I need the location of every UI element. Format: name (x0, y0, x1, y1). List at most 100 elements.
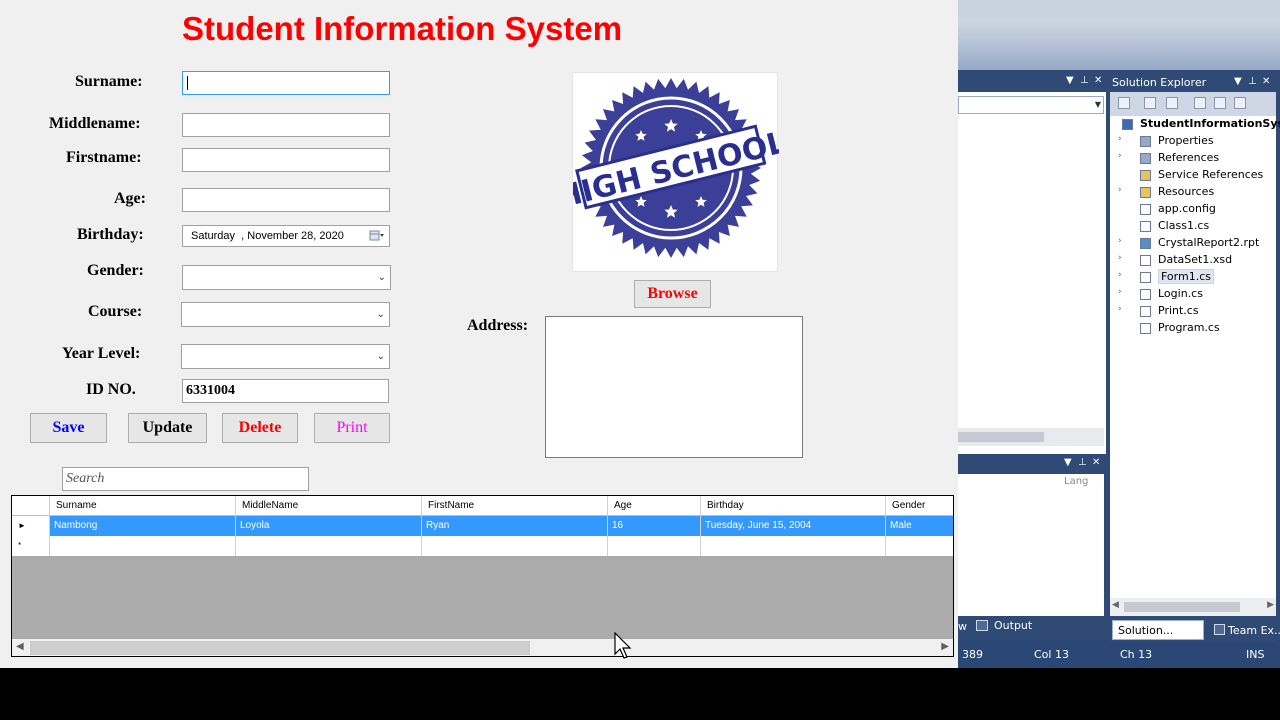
table-row[interactable]: ► Nambong Loyola Ryan 16 Tuesday, June 15, 20… (12, 516, 953, 536)
new-row[interactable]: * (12, 536, 953, 556)
table-cell[interactable]: Male (886, 516, 953, 536)
view-designer-icon[interactable] (1214, 97, 1226, 109)
expand-icon[interactable]: › (1118, 185, 1122, 195)
gender-combobox[interactable]: ⌄ (182, 265, 391, 290)
refresh-icon[interactable] (1166, 97, 1178, 109)
tab-team-explorer[interactable]: Team Ex... (1228, 624, 1280, 637)
properties-hscroll[interactable] (958, 428, 1104, 446)
update-button[interactable]: Update (128, 413, 207, 443)
show-all-files-icon[interactable] (1144, 97, 1156, 109)
expand-icon[interactable]: › (1118, 236, 1122, 246)
course-combobox[interactable]: ⌄ (181, 302, 390, 327)
tree-item[interactable]: Program.cs (1110, 320, 1276, 337)
table-cell[interactable] (608, 536, 701, 556)
table-cell[interactable]: Loyola (236, 516, 422, 536)
references-icon (1140, 153, 1151, 164)
firstname-input[interactable] (182, 148, 390, 172)
grid-corner[interactable] (12, 496, 50, 515)
scroll-thumb[interactable] (958, 432, 1044, 442)
tab-output[interactable]: Output (994, 619, 1032, 632)
form-icon (1140, 306, 1151, 317)
tree-item[interactable]: › Login.cs (1110, 286, 1276, 303)
expand-icon[interactable]: › (1118, 151, 1122, 161)
students-datagrid[interactable]: Surname MiddleName FirstName Age Birthday Gen… (11, 495, 954, 657)
table-cell[interactable]: Nambong (50, 516, 236, 536)
solution-hscroll[interactable]: ◀ ▶ (1110, 598, 1276, 616)
tree-item[interactable]: Service References (1110, 167, 1276, 184)
surname-input[interactable] (182, 71, 390, 95)
row-selector-icon[interactable]: ► (12, 516, 50, 536)
properties-tool-icon[interactable] (1118, 97, 1130, 109)
table-cell[interactable]: Tuesday, June 15, 2004 (701, 516, 886, 536)
high-school-stamp-icon: HIGH SCHOOL (553, 78, 790, 258)
tree-item[interactable]: › Form1.cs (1110, 269, 1276, 286)
delete-button[interactable]: Delete (222, 413, 298, 443)
browse-button[interactable]: Browse (634, 280, 711, 308)
middlename-input[interactable] (182, 113, 390, 137)
table-cell[interactable] (422, 536, 608, 556)
address-textarea[interactable] (545, 316, 803, 458)
scroll-right-icon[interactable]: ▶ (941, 641, 949, 652)
table-cell[interactable] (886, 536, 953, 556)
close-icon[interactable]: ✕ (1092, 457, 1100, 468)
search-input[interactable]: Search (62, 467, 309, 491)
scroll-thumb[interactable] (30, 641, 530, 655)
expand-icon[interactable]: › (1118, 253, 1122, 263)
new-row-marker[interactable]: * (12, 536, 50, 556)
tree-item[interactable]: app.config (1110, 201, 1276, 218)
tree-item[interactable]: › DataSet1.xsd (1110, 252, 1276, 269)
tab-solution[interactable]: Solution... (1118, 624, 1173, 637)
column-header[interactable]: Birthday (701, 496, 886, 515)
column-header[interactable]: Age (608, 496, 701, 515)
column-header[interactable]: Gender (886, 496, 953, 515)
chevron-down-icon: ⌄ (376, 351, 385, 362)
save-button[interactable]: Save (30, 413, 107, 443)
tree-item[interactable]: › References (1110, 150, 1276, 167)
tree-item[interactable]: › Properties (1110, 133, 1276, 150)
table-cell[interactable]: Ryan (422, 516, 608, 536)
pin-icon[interactable]: ⊥ (1078, 457, 1087, 468)
close-icon[interactable]: ✕ (1262, 76, 1270, 87)
print-button[interactable]: Print (314, 413, 390, 443)
table-cell[interactable] (236, 536, 422, 556)
expand-icon[interactable]: › (1118, 287, 1122, 297)
expand-icon[interactable]: › (1118, 304, 1122, 314)
column-header[interactable]: Surname (50, 496, 236, 515)
id-input[interactable]: 6331004 (182, 379, 389, 403)
close-icon[interactable]: ✕ (1094, 75, 1102, 86)
birthday-datepicker[interactable]: Saturday , November 28, 2020 (182, 225, 390, 247)
grid-hscroll[interactable]: ◀ ▶ (12, 639, 953, 656)
scroll-left-icon[interactable]: ◀ (16, 641, 24, 652)
tree-item[interactable]: StudentInformationSyste (1110, 116, 1280, 133)
tree-item[interactable]: › Resources (1110, 184, 1276, 201)
scroll-right-icon[interactable]: ▶ (1267, 600, 1274, 610)
tree-item[interactable]: Class1.cs (1110, 218, 1276, 235)
dropdown-icon[interactable]: ▼ (1064, 457, 1072, 468)
expand-icon[interactable]: › (1118, 134, 1122, 144)
object-selector[interactable]: ▼ (958, 96, 1104, 114)
table-cell[interactable] (701, 536, 886, 556)
dropdown-icon[interactable]: ▼ (1234, 76, 1242, 87)
tab-fragment[interactable]: w (958, 620, 967, 633)
year-level-combobox[interactable]: ⌄ (181, 344, 390, 369)
firstname-label: Firstname: (66, 149, 142, 166)
pin-icon[interactable]: ⊥ (1080, 75, 1089, 86)
dropdown-icon[interactable]: ▼ (1066, 75, 1074, 86)
calendar-dropdown-icon[interactable] (369, 230, 385, 242)
table-cell[interactable]: 16 (608, 516, 701, 536)
age-input[interactable] (182, 188, 390, 212)
tree-item[interactable]: › CrystalReport2.rpt (1110, 235, 1276, 252)
view-code-icon[interactable] (1194, 97, 1206, 109)
scroll-left-icon[interactable]: ◀ (1112, 600, 1119, 610)
class-diagram-icon[interactable] (1234, 97, 1246, 109)
tree-item[interactable]: › Print.cs (1110, 303, 1276, 320)
scroll-thumb[interactable] (1124, 602, 1240, 612)
expand-icon[interactable]: › (1118, 270, 1122, 280)
properties-grid[interactable] (958, 116, 1104, 448)
table-cell[interactable] (50, 536, 236, 556)
column-header[interactable]: FirstName (422, 496, 608, 515)
birthday-label: Birthday: (77, 226, 144, 243)
gender-label: Gender: (87, 262, 144, 279)
column-header[interactable]: MiddleName (236, 496, 422, 515)
pin-icon[interactable]: ⊥ (1248, 76, 1257, 87)
